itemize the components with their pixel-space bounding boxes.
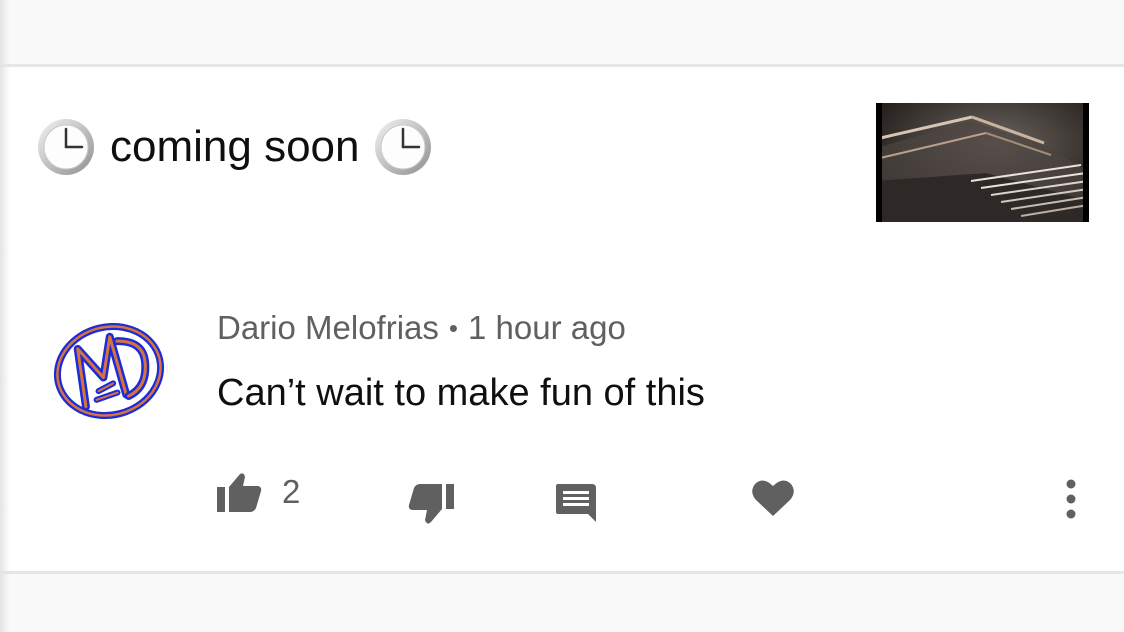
left-edge-shadow (0, 0, 10, 632)
top-strip (0, 0, 1124, 64)
like-count: 2 (282, 473, 301, 510)
more-options-button[interactable] (1056, 478, 1086, 520)
meta-separator: • (448, 312, 459, 343)
comment-meta: Dario Melofrias • 1 hour ago (217, 309, 626, 347)
comment-author[interactable]: Dario Melofrias (217, 309, 439, 347)
comment-icon (556, 484, 596, 522)
clock-icon (375, 119, 432, 175)
like-button[interactable]: 2 (216, 471, 300, 513)
post-title-row: coming soon (36, 116, 433, 178)
video-thumbnail[interactable] (876, 103, 1089, 222)
avatar[interactable] (46, 314, 172, 428)
thumbs-down-icon (408, 484, 454, 524)
more-vertical-icon (1066, 479, 1076, 519)
heart-button[interactable] (751, 478, 795, 518)
clock-icon (38, 119, 94, 175)
thumbs-up-icon (217, 473, 262, 512)
post-title-text: coming soon (110, 122, 360, 171)
thumbnail-image (876, 103, 1089, 222)
comment-text: Can’t wait to make fun of this (217, 372, 705, 414)
comment-timestamp: 1 hour ago (468, 309, 626, 346)
heart-icon (752, 480, 794, 516)
divider-bottom (0, 571, 1124, 574)
dislike-button[interactable] (408, 483, 456, 527)
reply-button[interactable] (554, 482, 598, 524)
